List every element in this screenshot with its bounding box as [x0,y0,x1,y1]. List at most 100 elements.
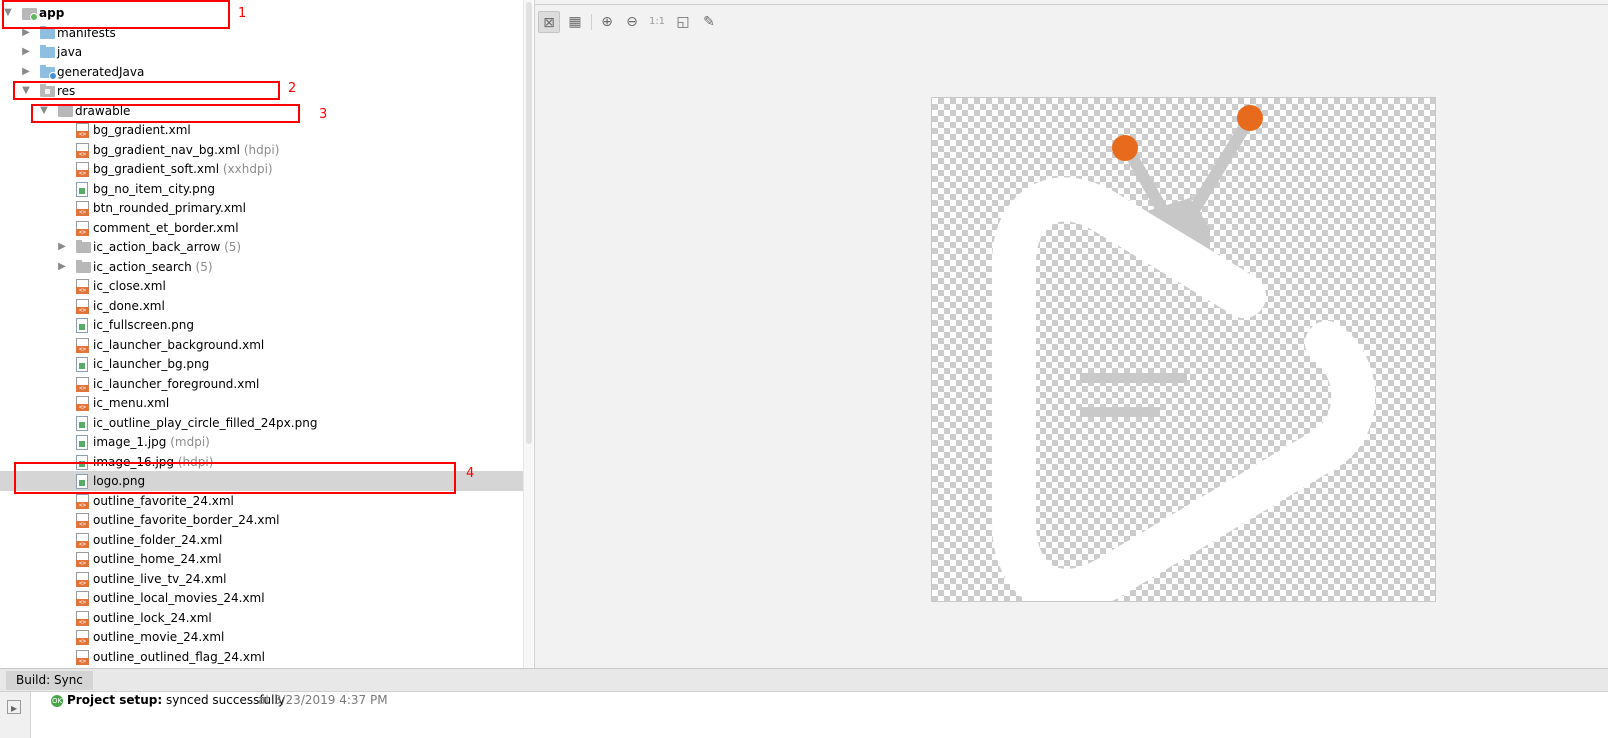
tree-item-label: java [57,42,82,62]
tree-item-label: ic_action_search (5) [93,257,213,277]
image-editor-toolbar: ⊠ ▦ ⊕ ⊖ 1:1 ◱ ✎ [535,4,1608,33]
tree-item-label: outline_outlined_flag_24.xml [93,647,265,667]
image-canvas [931,97,1436,602]
tree-item-name: outline_favorite_24.xml [93,493,234,508]
sync-status-bold: Project setup: [67,693,163,707]
tree-item[interactable]: outline_local_movies_24.xml [0,588,523,608]
tree-item[interactable]: outline_live_tv_24.xml [0,569,523,589]
logo-image [992,105,1376,601]
xml-file-icon [76,162,89,177]
tree-item[interactable]: bg_gradient.xml [0,120,523,140]
tree-item[interactable]: outline_home_24.xml [0,549,523,569]
tree-item[interactable]: ▶ java [0,42,523,62]
tree-item[interactable]: comment_et_border.xml [0,218,523,238]
xml-file-icon [76,591,89,606]
tree-item[interactable]: ic_launcher_foreground.xml [0,374,523,394]
tree-item-name: outline_local_movies_24.xml [93,591,265,605]
tree-item-name: outline_outlined_flag_24.xml [93,649,265,664]
tree-item-name: ic_outline_play_circle_filled_24px.png [93,415,318,430]
tree-item-label: ic_outline_play_circle_filled_24px.png [93,413,317,433]
project-tree[interactable]: ▼ app ▶ manifests ▶ java ▶ generatedJava ▼ res ▼ dr… [0,0,533,668]
tree-item[interactable]: bg_gradient_nav_bg.xml (hdpi) [0,140,523,160]
tree-scrollbar[interactable] [523,0,533,668]
folder-icon [76,240,91,253]
rerun-icon[interactable]: ▸ [7,700,21,715]
tree-item-label: outline_movie_24.xml [93,627,224,647]
tree-item-label: ic_menu.xml [93,393,169,413]
tree-item-label: ic_done.xml [93,296,165,316]
sync-timestamp: at 3/23/2019 4:37 PM [258,693,388,707]
tree-item[interactable]: ic_menu.xml [0,393,523,413]
tree-item-name: outline_lock_24.xml [93,610,212,625]
expand-arrow-right-icon[interactable]: ▶ [56,257,68,277]
zoom-in-icon[interactable]: ⊕ [596,11,618,33]
tree-item[interactable]: ic_done.xml [0,296,523,316]
tree-item-qualifier: (hdpi) [240,142,280,157]
tree-item-label: comment_et_border.xml [93,218,239,238]
tree-item-name: outline_home_24.xml [93,552,222,566]
tree-item[interactable]: ▶ ic_action_search (5) [0,257,523,277]
tree-item[interactable]: bg_gradient_soft.xml (xxhdpi) [0,159,523,179]
tree-item[interactable]: btn_rounded_primary.xml [0,198,523,218]
tree-item-label: outline_local_movies_24.xml [93,588,265,608]
xml-file-icon [76,376,89,392]
tree-item[interactable]: ic_outline_play_circle_filled_24px.png [0,413,523,433]
tree-item[interactable]: outline_movie_24.xml [0,627,523,647]
expand-arrow-right-icon[interactable]: ▶ [56,237,68,257]
color-picker-icon[interactable]: ✎ [698,11,720,33]
tree-item-label: image_1.jpg (mdpi) [93,432,210,452]
xml-file-icon [76,630,89,645]
tree-item-qualifier: (5) [191,259,213,274]
xml-file-icon [76,493,89,509]
tree-item[interactable]: ic_fullscreen.png [0,315,523,335]
tree-item[interactable]: ▶ generatedJava [0,62,523,82]
build-tool-tabs: Build: Sync [0,668,1608,692]
annotation-number-1: 1 [238,6,247,21]
sync-status-line[interactable]: Project setup: synced successfully [67,693,285,707]
annotation-box-1 [2,0,230,29]
grid-icon[interactable]: ▦ [564,11,586,33]
tree-item[interactable]: ic_launcher_background.xml [0,335,523,355]
tree-item-name: btn_rounded_primary.xml [93,201,246,215]
expand-arrow-right-icon[interactable]: ▶ [20,62,32,82]
actual-size-icon[interactable]: 1:1 [646,11,668,33]
tree-item-name: image_1.jpg [93,435,167,449]
source-folder-icon [40,45,55,58]
tree-item[interactable]: outline_lock_24.xml [0,608,523,628]
transparency-toggle-icon[interactable]: ⊠ [538,11,560,33]
xml-file-icon [76,220,89,236]
tree-item-label: btn_rounded_primary.xml [93,198,246,218]
annotation-number-4: 4 [466,466,475,481]
tree-item-name: ic_action_search [93,259,192,274]
tree-item-label: outline_live_tv_24.xml [93,569,226,589]
tree-item[interactable]: outline_folder_24.xml [0,530,523,550]
tree-item[interactable]: outline_outlined_flag_24.xml [0,647,523,667]
zoom-out-icon[interactable]: ⊖ [621,11,643,33]
tree-item-label: bg_gradient_nav_bg.xml (hdpi) [93,140,279,160]
tree-item[interactable]: ▶ ic_action_back_arrow (5) [0,237,523,257]
tree-item[interactable]: ic_close.xml [0,276,523,296]
tree-item-name: bg_gradient_soft.xml [93,162,220,176]
fit-to-window-icon[interactable]: ◱ [672,11,694,33]
tree-item-label: ic_close.xml [93,276,166,296]
folder-icon [76,259,91,273]
tree-item-name: outline_favorite_border_24.xml [93,513,280,527]
tv-play-logo [992,105,1376,601]
xml-file-icon [76,142,89,158]
annotation-box-3 [31,104,300,123]
xml-file-icon [76,298,89,314]
tree-item[interactable]: bg_no_item_city.png [0,179,523,199]
tree-item[interactable]: image_1.jpg (mdpi) [0,432,523,452]
tree-item-label: ic_fullscreen.png [93,315,194,335]
tree-item-name: ic_close.xml [93,279,166,293]
logo-play-shape [992,177,1376,601]
expand-arrow-right-icon[interactable]: ▶ [20,42,32,62]
image-file-icon [76,357,88,372]
tree-scrollbar-thumb[interactable] [526,2,532,444]
tab-build-sync[interactable]: Build: Sync [6,671,93,690]
xml-file-icon [76,123,89,138]
tree-item-qualifier: (mdpi) [166,435,210,449]
tree-item[interactable]: outline_favorite_border_24.xml [0,510,523,530]
tree-item[interactable]: ic_launcher_bg.png [0,354,523,374]
xml-file-icon [76,201,89,216]
